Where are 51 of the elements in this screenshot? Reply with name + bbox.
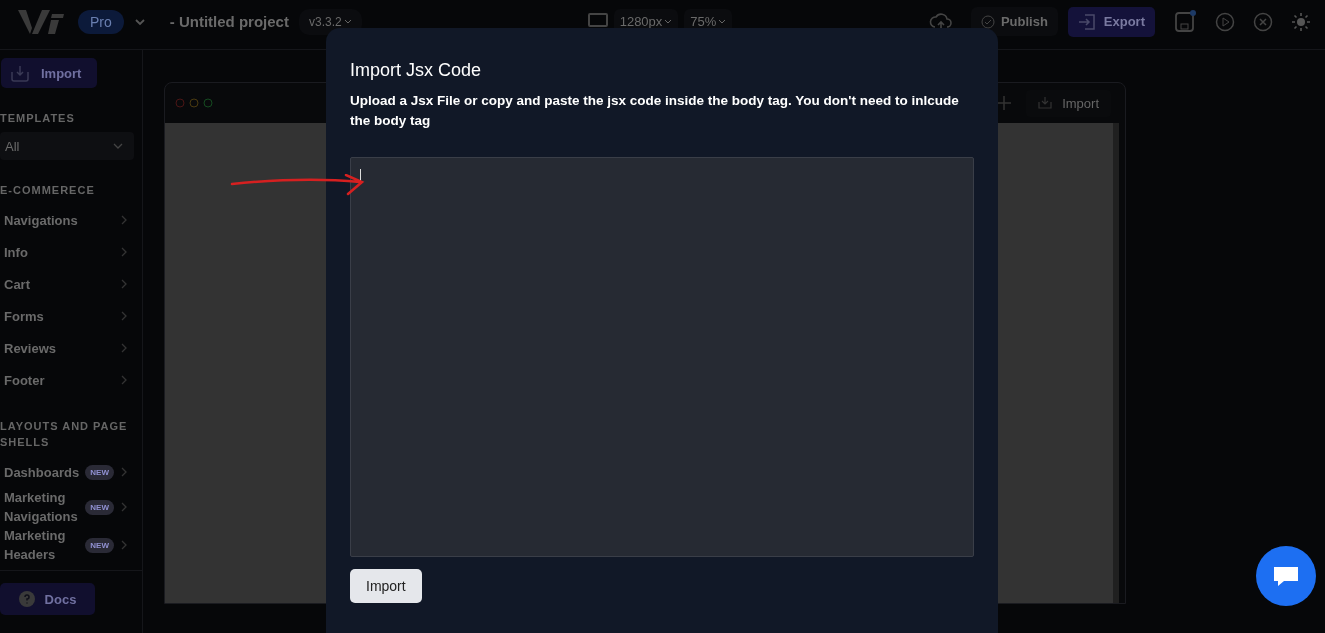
sidebar-item[interactable]: Info <box>0 236 142 268</box>
template-filter-dropdown[interactable]: All <box>0 132 134 160</box>
chevron-right-icon <box>120 278 128 290</box>
plan-badge: Pro <box>78 9 124 34</box>
version-dropdown[interactable]: v3.3.2 <box>298 8 362 35</box>
sidebar-item[interactable]: Dashboards NEW <box>0 456 142 488</box>
caret-icon <box>718 17 727 26</box>
sidebar-item[interactable]: Forms <box>0 300 142 332</box>
chevron-right-icon <box>120 374 128 386</box>
chevron-right-icon <box>120 466 128 478</box>
help-icon <box>18 591 35 607</box>
export-button[interactable]: Export <box>1067 6 1155 37</box>
play-icon[interactable] <box>1215 11 1235 32</box>
project-title[interactable]: - Untitled project <box>169 13 289 30</box>
dialog-title: Import Jsx Code <box>350 60 483 81</box>
sidebar-item[interactable]: Marketing Headers NEW <box>0 526 142 564</box>
chevron-right-icon <box>120 214 128 226</box>
chevron-right-icon <box>120 501 128 513</box>
plus-icon[interactable] <box>996 95 1013 111</box>
download-icon <box>11 64 29 82</box>
sidebar-item[interactable]: Footer <box>0 364 142 396</box>
caret-icon <box>664 17 673 26</box>
chat-button[interactable] <box>1256 546 1316 606</box>
chat-icon <box>1272 564 1300 588</box>
import-button[interactable]: Import <box>1 58 97 88</box>
chevron-right-icon <box>120 342 128 354</box>
chevron-right-icon <box>120 310 128 322</box>
save-icon[interactable] <box>1173 9 1197 34</box>
chevron-right-icon <box>120 539 128 551</box>
close-icon[interactable] <box>1253 11 1273 32</box>
sun-icon[interactable] <box>1291 11 1311 32</box>
caret-icon <box>343 17 352 26</box>
new-badge: NEW <box>85 537 114 553</box>
sidebar-item[interactable]: Cart <box>0 268 142 300</box>
import-button[interactable]: Import <box>350 569 422 603</box>
section-heading: E-COMMERECE <box>0 183 96 198</box>
publish-button[interactable]: Publish <box>970 7 1058 36</box>
chevron-right-icon <box>120 246 128 258</box>
check-circle-icon <box>980 14 995 29</box>
sidebar-item[interactable]: Marketing Navigations NEW <box>0 488 142 526</box>
window-dots-icon <box>175 98 215 108</box>
sidebar-item[interactable]: Navigations <box>0 204 142 236</box>
dialog-description: Upload a Jsx File or copy and paste the jsx code inside the body tag. You don't need to inlcude the body tag <box>350 92 960 130</box>
sidebar-item[interactable]: Reviews <box>0 332 142 364</box>
section-heading: TEMPLATES <box>0 111 76 126</box>
docs-button[interactable]: Docs <box>0 583 95 615</box>
section-heading: LAYOUTS AND PAGE SHELLS <box>0 419 129 450</box>
export-icon <box>1077 12 1096 31</box>
download-icon <box>1038 96 1053 110</box>
new-badge: NEW <box>85 499 114 515</box>
new-badge: NEW <box>85 464 114 480</box>
